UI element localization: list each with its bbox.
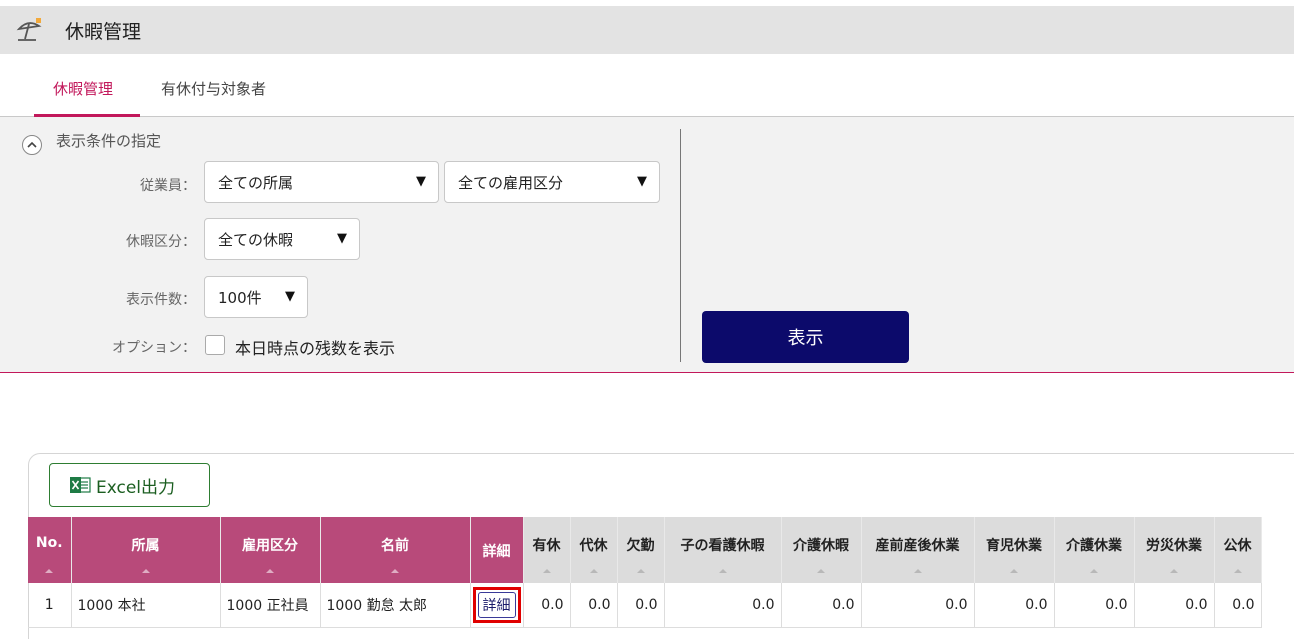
cell-childcare-leave: 0.0 [974,583,1055,628]
sort-icon [913,569,922,573]
detail-button[interactable]: 詳細 [477,591,516,618]
employee-label: 従業員： [140,178,196,194]
filter-divider [680,129,681,362]
sort-icon [266,569,274,573]
column-header-nursing-care-leave[interactable]: 介護休暇 [781,517,862,583]
sort-icon [141,569,150,573]
cell-detail: 詳細 [470,583,524,628]
cell-workers-comp-leave: 0.0 [1134,583,1215,628]
tab-paid-leave-recipients[interactable]: 有休付与対象者 [161,78,266,99]
column-header-public-holiday[interactable]: 公休 [1214,517,1262,583]
leave-type-select[interactable]: 全ての休暇 ▼ [204,218,360,260]
cell-no: 1 [28,583,72,628]
table-row: 1 1000 本社 1000 正社員 1000 勤怠 太郎 詳細 0.0 0.0… [28,583,1262,628]
column-header-family-care-leave[interactable]: 介護休業 [1054,517,1135,583]
cell-employment: 1000 正社員 [220,583,321,628]
filter-heading: 表示条件の指定 [56,132,162,150]
column-header-name[interactable]: 名前 [320,517,471,583]
cell-child-care-leave: 0.0 [664,583,782,628]
page-title: 休暇管理 [65,20,142,43]
sort-icon [1090,569,1098,573]
cell-comp-leave: 0.0 [570,583,618,628]
dropdown-caret-icon: ▼ [285,289,295,304]
cell-name: 1000 勤怠 太郎 [320,583,471,628]
page-size-select-value: 100件 [218,288,262,307]
table-header-row: No. 所属 雇用区分 名前 詳細 有休 代休 欠勤 子の看護休暇 介護休暇 産… [28,517,1262,583]
column-header-no[interactable]: No. [28,517,72,583]
dropdown-caret-icon: ▼ [337,231,347,246]
column-header-childcare-leave[interactable]: 育児休業 [974,517,1055,583]
excel-export-button[interactable]: Excel出力 [49,463,210,507]
cell-department: 1000 本社 [71,583,221,628]
dropdown-caret-icon: ▼ [416,174,426,189]
title-bar: 休暇管理 [0,6,1294,54]
sort-icon [817,569,825,573]
department-select-value: 全ての所属 [218,173,294,192]
cell-absence: 0.0 [617,583,665,628]
cell-maternity-leave: 0.0 [861,583,975,628]
sort-icon [718,569,727,573]
sort-icon [1233,569,1242,573]
column-header-maternity-leave[interactable]: 産前産後休業 [861,517,975,583]
column-header-detail: 詳細 [470,517,524,583]
leave-type-select-value: 全ての休暇 [218,230,294,249]
sort-icon [636,569,645,573]
sort-icon [391,569,399,573]
column-header-comp-leave[interactable]: 代休 [570,517,618,583]
department-select[interactable]: 全ての所属 ▼ [204,161,439,203]
column-header-workers-comp-leave[interactable]: 労災休業 [1134,517,1215,583]
column-header-child-care-leave[interactable]: 子の看護休暇 [664,517,782,583]
cell-public-holiday: 0.0 [1214,583,1262,628]
tab-leave-management[interactable]: 休暇管理 [53,78,113,99]
column-header-employment[interactable]: 雇用区分 [220,517,321,583]
collapse-toggle-icon[interactable] [22,135,42,155]
column-header-absence[interactable]: 欠勤 [617,517,665,583]
detail-highlight: 詳細 [472,586,521,623]
filter-panel: 表示条件の指定 従業員： 全ての所属 ▼ 全ての雇用区分 ▼ 休暇区分： 全ての… [0,117,1294,373]
leave-table: No. 所属 雇用区分 名前 詳細 有休 代休 欠勤 子の看護休暇 介護休暇 産… [28,517,1262,628]
employment-select-value: 全ての雇用区分 [458,173,564,192]
remaining-today-label[interactable]: 本日時点の残数を表示 [235,335,395,359]
sort-icon [542,569,551,573]
show-button[interactable]: 表示 [702,311,909,363]
cell-family-care-leave: 0.0 [1054,583,1135,628]
column-header-paid-leave[interactable]: 有休 [523,517,571,583]
sort-icon [1010,569,1018,573]
beach-umbrella-icon [15,15,45,45]
page-size-select[interactable]: 100件 ▼ [204,276,308,318]
tab-bar: 休暇管理 有休付与対象者 [0,54,1294,117]
leave-type-label: 休暇区分： [126,234,196,250]
sort-icon [1170,569,1178,573]
employment-select[interactable]: 全ての雇用区分 ▼ [444,161,660,203]
excel-export-label: Excel出力 [96,477,176,498]
remaining-today-checkbox[interactable] [205,335,225,355]
cell-paid-leave: 0.0 [523,583,571,628]
column-header-department[interactable]: 所属 [71,517,221,583]
cell-nursing-care-leave: 0.0 [781,583,862,628]
dropdown-caret-icon: ▼ [637,174,647,189]
sort-icon [45,569,54,573]
excel-icon [69,476,91,494]
page-size-label: 表示件数： [126,292,196,308]
sort-icon [589,569,598,573]
option-label: オプション： [112,340,196,356]
